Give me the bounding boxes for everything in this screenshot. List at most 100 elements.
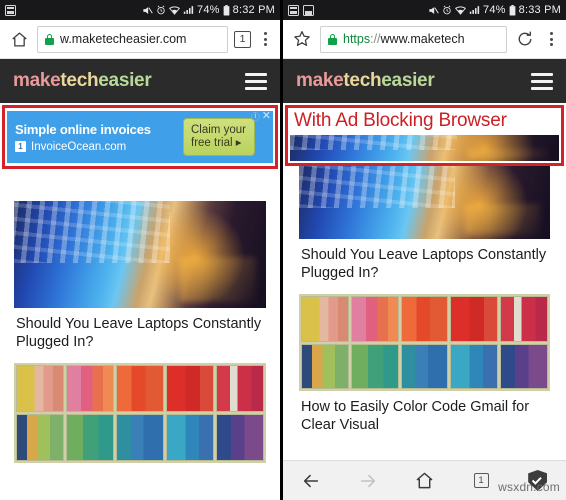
no-ad-highlight-box: With Ad Blocking Browser (285, 105, 564, 166)
tab-count-button[interactable]: 1 (464, 464, 498, 498)
left-article-feed: Should You Leave Laptops Constantly Plug… (0, 201, 280, 464)
logo-part-easier: easier (98, 70, 152, 91)
shelf-cube (216, 365, 264, 413)
shelf-cube (116, 414, 164, 462)
hamburger-icon[interactable] (531, 72, 553, 90)
clock-time: 8:32 PM (232, 4, 275, 16)
url-text: w.maketecheasier.com (60, 32, 187, 46)
ad-title: Simple online invoices (15, 121, 151, 137)
alarm-icon (156, 5, 166, 15)
left-status-notifications (5, 4, 16, 16)
signal-icon (183, 5, 194, 15)
shelf-cube (350, 343, 399, 390)
bookmark-star-icon[interactable] (290, 26, 314, 52)
shelf-cube (66, 414, 114, 462)
hamburger-icon[interactable] (245, 72, 267, 90)
right-article-feed: Should You Leave Laptops Constantly Plug… (283, 166, 566, 441)
overflow-menu-icon[interactable] (257, 32, 273, 46)
right-phone-screenshot: 74% 8:33 PM https://www.maketech maketec… (283, 0, 566, 500)
logo-part-make: make (13, 70, 61, 91)
right-status-notifications (288, 4, 314, 16)
laptop-keyboard-photo (14, 201, 266, 308)
wifi-icon (455, 5, 466, 15)
right-status-system: 74% 8:33 PM (428, 4, 561, 16)
article-title: Should You Leave Laptops Constantly Plug… (16, 316, 262, 351)
right-url-field[interactable]: https://www.maketech (320, 25, 507, 53)
ad-copy: Simple online invoices 1 InvoiceOcean.co… (15, 122, 151, 153)
logo-part-tech: tech (60, 70, 99, 91)
advertisement-banner[interactable]: Simple online invoices 1 InvoiceOcean.co… (7, 111, 273, 163)
logo-part-easier: easier (381, 70, 435, 91)
shelf-cube (500, 343, 548, 390)
article-card[interactable]: Should You Leave Laptops Constantly Plug… (299, 166, 550, 288)
site-logo[interactable]: maketecheasier (13, 70, 152, 92)
url-scheme: https (343, 32, 371, 46)
shelf-cube (166, 414, 214, 462)
shelf-cube (166, 365, 214, 413)
ad-container: Simple online invoices 1 InvoiceOcean.co… (5, 108, 275, 166)
shelf-row-top (16, 365, 264, 413)
ad-cta-line2: free trial ▸ (191, 137, 242, 149)
tab-count-button[interactable]: 1 (234, 30, 251, 48)
shelf-cube (301, 296, 349, 342)
left-site-header: maketecheasier (0, 59, 280, 103)
comparison-caption: With Ad Blocking Browser (294, 110, 507, 131)
shelf-cube (500, 296, 548, 342)
shelf-cube (301, 343, 349, 390)
article-card[interactable] (14, 363, 266, 464)
tab-count-label: 1 (473, 473, 489, 488)
left-browser-url-bar: w.maketecheasier.com 1 (0, 20, 280, 59)
notification-icon (288, 4, 299, 16)
mute-icon (428, 5, 439, 16)
battery-percent: 74% (197, 4, 220, 16)
site-logo[interactable]: maketecheasier (296, 70, 435, 92)
home-icon[interactable] (407, 464, 441, 498)
site-watermark: wsxdn.com (498, 480, 560, 494)
shelf-cube (116, 365, 164, 413)
ad-info-icon[interactable]: i (250, 112, 260, 121)
right-status-bar: 74% 8:33 PM (283, 0, 566, 20)
ad-cta-button[interactable]: Claim your free trial ▸ (183, 117, 255, 157)
color-coded-bookshelf-photo (299, 294, 550, 392)
right-browser-url-bar: https://www.maketech (283, 20, 566, 59)
clock-time: 8:33 PM (518, 4, 561, 16)
left-url-field[interactable]: w.maketecheasier.com (37, 25, 228, 53)
laptop-keyboard-photo-top (290, 135, 559, 161)
shelf-cube (400, 343, 449, 390)
home-icon[interactable] (7, 26, 31, 52)
shelf-row-top (301, 296, 548, 342)
left-status-bar: 74% 8:32 PM (0, 0, 280, 20)
shelf-cube (450, 343, 499, 390)
shelf-row-bottom (301, 343, 548, 390)
lock-icon (45, 33, 54, 45)
notification-icon (303, 4, 314, 16)
battery-icon (223, 4, 230, 16)
url-separator: :// (370, 32, 381, 46)
ad-domain: InvoiceOcean.com (31, 140, 127, 153)
signal-icon (469, 5, 480, 15)
shelf-cube (16, 365, 64, 413)
laptop-keyboard-photo (299, 166, 550, 239)
back-arrow-icon[interactable] (294, 464, 328, 498)
ad-cta-line1: Claim your (191, 123, 246, 136)
reload-icon[interactable] (513, 26, 537, 52)
color-coded-bookshelf-photo (14, 363, 266, 464)
left-phone-screenshot: 74% 8:32 PM w.maketecheasier.com 1 maket… (0, 0, 283, 500)
ad-advertiser: 1 InvoiceOcean.com (15, 141, 151, 153)
ad-close-icon[interactable]: ✕ (262, 111, 271, 122)
article-title: How to Easily Color Code Gmail for Clear… (301, 399, 530, 434)
side-by-side-comparison: 74% 8:32 PM w.maketecheasier.com 1 maket… (0, 0, 566, 500)
shelf-row-bottom (16, 414, 264, 462)
shelf-cube (350, 296, 399, 342)
article-card[interactable]: Should You Leave Laptops Constantly Plug… (14, 201, 266, 357)
url-host: www.maketech (380, 32, 465, 46)
lock-icon (328, 33, 337, 45)
ad-badge-icon: 1 (15, 141, 26, 152)
mute-icon (142, 5, 153, 16)
ad-highlight-box: Simple online invoices 1 InvoiceOcean.co… (2, 105, 278, 169)
forward-arrow-icon[interactable] (351, 464, 385, 498)
shelf-cube (216, 414, 264, 462)
overflow-menu-icon[interactable] (543, 32, 559, 46)
article-card[interactable]: How to Easily Color Code Gmail for Clear… (299, 294, 550, 440)
shelf-cube (16, 414, 64, 462)
